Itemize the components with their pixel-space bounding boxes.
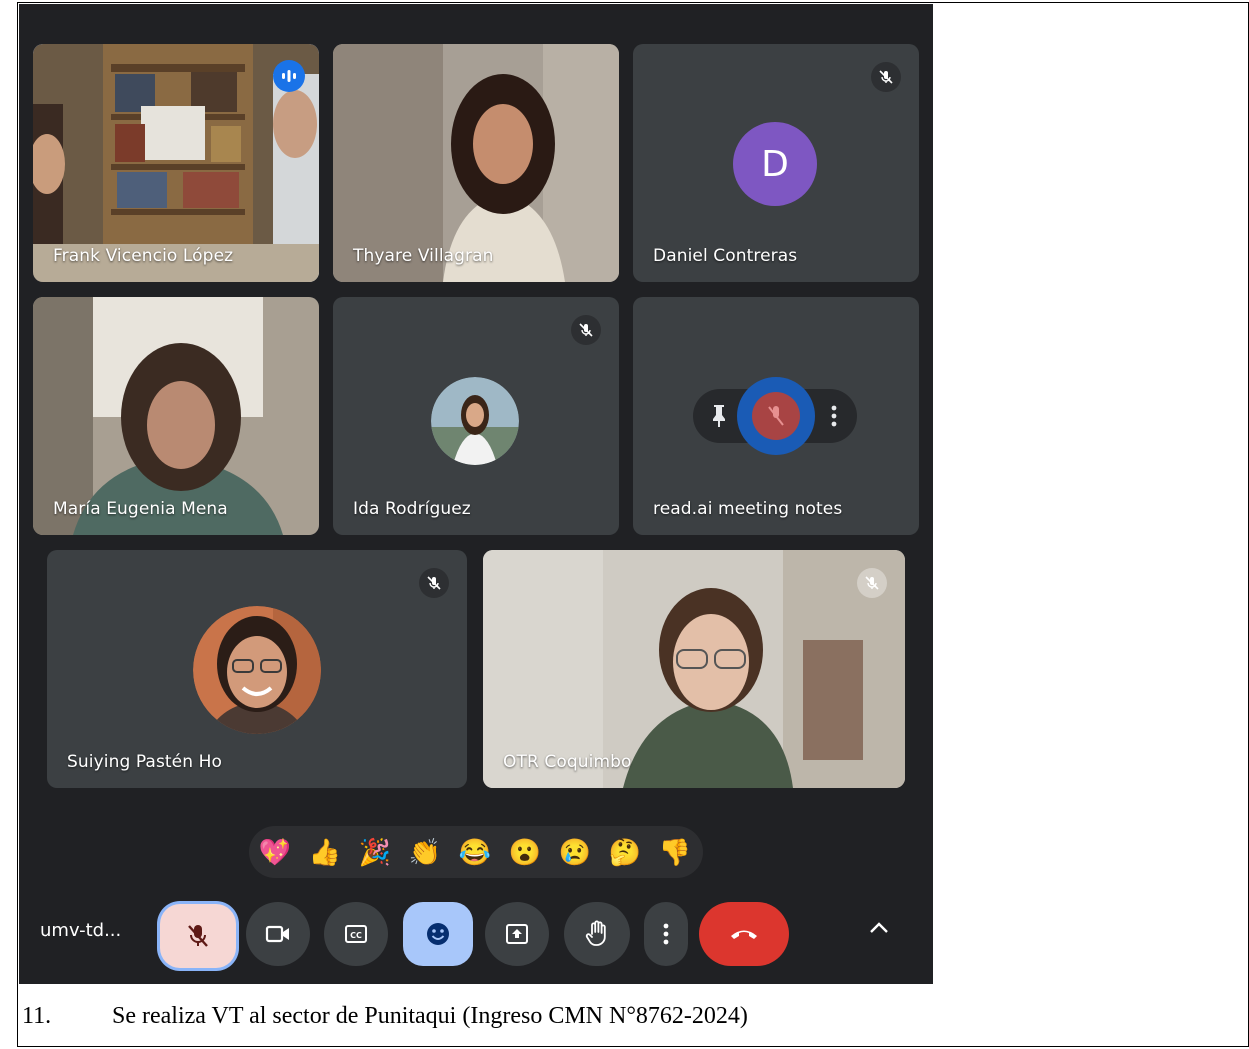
document-caption: 11. Se realiza VT al sector de Punitaqui … — [22, 1003, 748, 1030]
raise-hand-button[interactable] — [564, 902, 630, 966]
smile-icon — [427, 923, 449, 945]
reaction-thumbs-up[interactable]: 👍 — [307, 834, 343, 870]
avatar — [193, 606, 321, 734]
reaction-clapping[interactable]: 👏 — [407, 834, 443, 870]
more-options-icon[interactable] — [831, 404, 837, 428]
reactions-bar: 💖 👍 🎉 👏 😂 😮 😢 🤔 👎 — [249, 826, 703, 878]
participant-name: Thyare Villagran — [353, 246, 494, 266]
participant-name: Daniel Contreras — [653, 246, 798, 266]
speaking-indicator-icon — [273, 60, 305, 92]
participant-tile-otr[interactable]: OTR Coquimbo — [483, 550, 905, 788]
mic-off-icon — [571, 315, 601, 345]
captions-icon: CC — [345, 925, 367, 943]
avatar: D — [733, 122, 817, 206]
avatar — [431, 377, 519, 465]
participant-name: Suiying Pastén Ho — [67, 752, 222, 772]
meet-window: Frank Vicencio López Thyare Villagran D … — [19, 4, 933, 984]
reactions-button[interactable] — [403, 902, 473, 966]
participant-tile-suiying[interactable]: Suiying Pastén Ho — [47, 550, 467, 788]
reaction-surprised[interactable]: 😮 — [507, 834, 543, 870]
reaction-thumbs-down[interactable]: 👎 — [657, 834, 693, 870]
pin-icon[interactable] — [709, 403, 729, 429]
meeting-code[interactable]: umv-td... — [40, 920, 121, 941]
captions-button[interactable]: CC — [324, 902, 388, 966]
caption-number: 11. — [22, 1003, 52, 1029]
more-vert-icon — [663, 923, 669, 945]
participant-tile-readai[interactable]: read.ai meeting notes — [633, 297, 919, 535]
microphone-toggle-button[interactable] — [160, 904, 236, 968]
participant-tile-thyare[interactable]: Thyare Villagran — [333, 44, 619, 282]
reaction-party-popper[interactable]: 🎉 — [357, 834, 393, 870]
reaction-tears-of-joy[interactable]: 😂 — [457, 834, 493, 870]
more-options-button[interactable] — [644, 902, 688, 966]
hang-up-icon — [731, 930, 757, 939]
chevron-up-icon[interactable] — [867, 920, 891, 936]
participant-tile-ida[interactable]: Ida Rodríguez — [333, 297, 619, 535]
call-controls-bar: umv-td... CC — [19, 894, 933, 984]
participant-name: OTR Coquimbo — [503, 752, 632, 772]
leave-call-button[interactable] — [699, 902, 789, 966]
tile-hover-toolbar — [693, 377, 857, 455]
camera-toggle-button[interactable] — [246, 902, 310, 966]
reaction-crying[interactable]: 😢 — [557, 834, 593, 870]
svg-text:CC: CC — [350, 931, 362, 940]
participant-tile-daniel[interactable]: D Daniel Contreras — [633, 44, 919, 282]
mic-off-icon — [419, 568, 449, 598]
participant-name: Ida Rodríguez — [353, 499, 471, 519]
participant-name: read.ai meeting notes — [653, 499, 843, 519]
present-screen-button[interactable] — [485, 902, 549, 966]
present-icon — [506, 924, 528, 944]
mic-off-icon — [857, 568, 887, 598]
mic-off-icon — [752, 392, 800, 440]
mic-off-icon — [188, 925, 208, 947]
reaction-thinking[interactable]: 🤔 — [607, 834, 643, 870]
camera-icon — [265, 925, 289, 943]
participant-tile-maria[interactable]: María Eugenia Mena — [33, 297, 319, 535]
mic-off-icon — [871, 62, 901, 92]
participant-name: María Eugenia Mena — [53, 499, 228, 519]
participant-name: Frank Vicencio López — [53, 246, 234, 266]
participant-tile-frank[interactable]: Frank Vicencio López — [33, 44, 319, 282]
caption-text: Se realiza VT al sector de Punitaqui (In… — [112, 1003, 748, 1029]
reaction-sparkling-heart[interactable]: 💖 — [257, 834, 293, 870]
mute-participant-button[interactable] — [737, 377, 815, 455]
hand-icon — [585, 920, 606, 946]
